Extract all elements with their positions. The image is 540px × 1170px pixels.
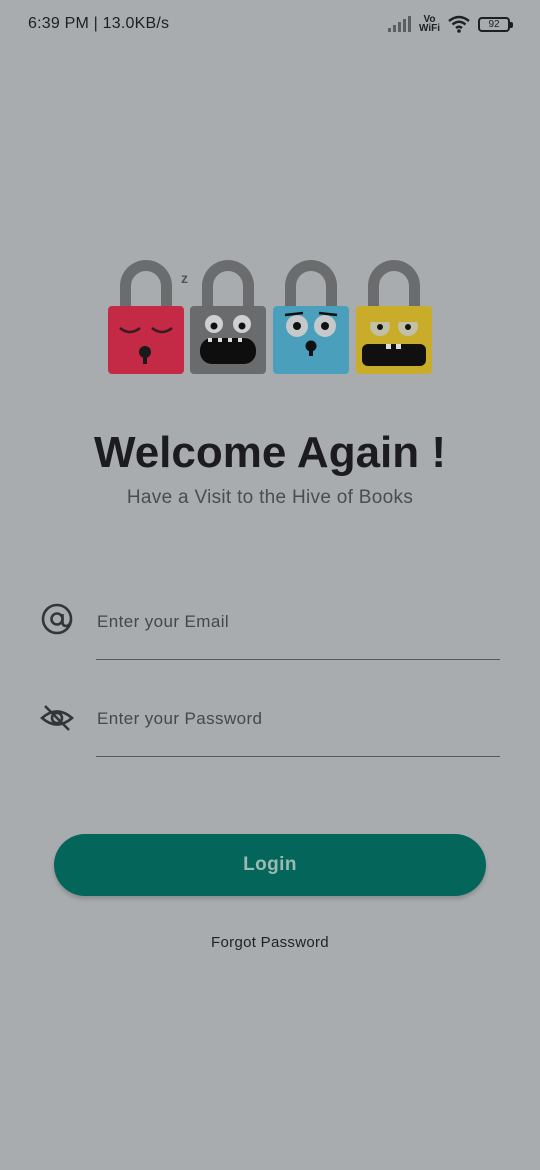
login-button[interactable]: Login xyxy=(54,834,486,896)
status-time: 6:39 PM | 13.0KB/s xyxy=(28,15,170,32)
red-lock-icon xyxy=(108,258,184,376)
password-field-group xyxy=(36,697,500,759)
forgot-password-link[interactable]: Forgot Password xyxy=(0,934,540,951)
battery-icon: 92 xyxy=(478,16,513,32)
page-subtitle: Have a Visit to the Hive of Books xyxy=(126,487,414,508)
vowifi-icon: Vo WiFi xyxy=(418,15,440,34)
wifi-icon xyxy=(448,15,470,33)
blue-lock-icon xyxy=(273,258,349,376)
at-icon xyxy=(41,603,73,635)
email-field-group xyxy=(36,600,500,662)
sleep-mark: z xyxy=(181,270,188,286)
status-bar: 6:39 PM | 13.0KB/s Vo WiFi 92 xyxy=(0,0,540,48)
signal-icon xyxy=(387,16,411,32)
eye-off-icon[interactable] xyxy=(40,701,74,735)
vowifi-bottom: WiFi xyxy=(418,23,440,34)
gray-lock-icon xyxy=(190,258,266,376)
email-input[interactable] xyxy=(96,600,500,660)
password-input[interactable] xyxy=(96,697,500,757)
yellow-lock-icon xyxy=(356,258,432,376)
app-logo: z xyxy=(108,258,434,378)
status-icons: Vo WiFi 92 xyxy=(387,15,513,34)
page-title: Welcome Again ! xyxy=(93,428,447,477)
